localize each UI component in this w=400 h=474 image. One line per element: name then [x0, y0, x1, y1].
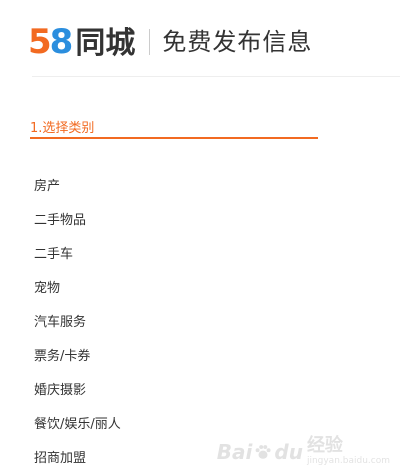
step-tab-underline: [30, 137, 318, 139]
category-item-wedding-photography[interactable]: 婚庆摄影: [34, 374, 121, 408]
watermark-text: 经验 jingyan.baidu.com: [307, 437, 390, 466]
site-logo[interactable]: 5 8 同城: [28, 25, 135, 59]
paw-icon: [255, 444, 271, 459]
category-item-food-entertainment-beauty[interactable]: 餐饮/娱乐/丽人: [34, 408, 121, 442]
category-item-franchise[interactable]: 招商加盟: [34, 442, 121, 474]
page-title: 免费发布信息: [162, 28, 313, 56]
logo-text: 同城: [75, 26, 136, 61]
header: 5 8 同城 免费发布信息: [28, 20, 312, 64]
baidu-jingyan-watermark: Bai du 经验 jingyan.baidu.com: [217, 437, 390, 466]
category-item-second-hand-goods[interactable]: 二手物品: [34, 204, 121, 238]
category-item-used-cars[interactable]: 二手车: [34, 238, 121, 272]
header-divider: [149, 29, 151, 55]
category-list: 房产 二手物品 二手车 宠物 汽车服务 票务/卡券 婚庆摄影 餐饮/娱乐/丽人 …: [34, 170, 121, 474]
category-item-real-estate[interactable]: 房产: [34, 170, 121, 204]
watermark-brand-tail: du: [274, 439, 303, 464]
logo-number: 5 8: [28, 22, 74, 62]
category-item-tickets-cards[interactable]: 票务/卡券: [34, 340, 121, 374]
logo-digit-8: 8: [49, 22, 74, 62]
header-rule: [32, 76, 400, 77]
category-item-car-services[interactable]: 汽车服务: [34, 306, 121, 340]
watermark-cn: 经验: [306, 435, 343, 456]
logo-digit-5: 5: [28, 22, 52, 62]
watermark-brand: Bai: [216, 439, 253, 464]
category-item-pets[interactable]: 宠物: [34, 272, 121, 306]
page: 5 8 同城 免费发布信息 1.选择类别 房产 二手物品 二手车 宠物 汽车服务…: [0, 0, 400, 474]
step-tab-select-category[interactable]: 1.选择类别: [30, 117, 94, 136]
watermark-url: jingyan.baidu.com: [306, 456, 390, 466]
